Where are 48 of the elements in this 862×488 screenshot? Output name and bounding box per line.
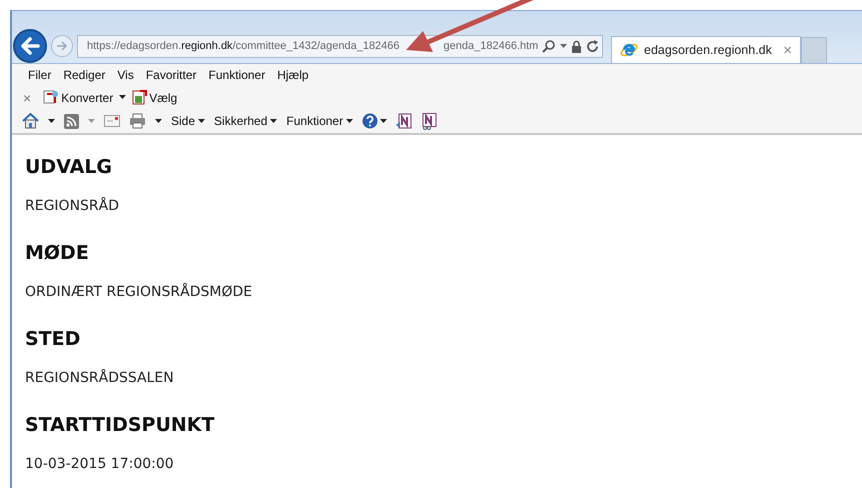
document-icon: [132, 90, 148, 105]
toolbar-menu-button[interactable]: Funktioner: [286, 114, 354, 128]
menu-item[interactable]: Favoritter: [146, 68, 197, 82]
home-icon[interactable]: [22, 113, 39, 129]
menu-item[interactable]: Funktioner: [208, 68, 266, 82]
forward-arrow-icon: [56, 40, 68, 52]
help-icon[interactable]: [362, 113, 388, 129]
menu-item[interactable]: Rediger: [63, 68, 106, 82]
notebook-icon[interactable]: [396, 113, 412, 129]
url-text: https://edagsorden.regionh.dk/committee_1432/agenda_182466: [87, 40, 400, 52]
section-text: REGIONSRÅD: [25, 197, 120, 215]
document-icon: [43, 90, 60, 105]
section-text: REGIONSRÅDSSALEN: [25, 369, 175, 387]
tab-title: edagsorden.regionh.dk: [644, 43, 772, 57]
section-heading: MØDE: [25, 241, 90, 266]
section-text: 10-03-2015 17:00:00: [25, 455, 175, 473]
menu-item[interactable]: Hjælp: [277, 68, 309, 82]
menu-item[interactable]: Vis: [117, 68, 134, 82]
mail-icon[interactable]: [104, 115, 120, 127]
browser-tab[interactable]: edagsorden.regionh.dk ×: [611, 36, 801, 63]
section-heading: STARTTIDSPUNKT: [25, 413, 216, 438]
toolbar-menu-button[interactable]: Sikkerhed: [214, 114, 278, 128]
printer-icon[interactable]: [129, 113, 146, 129]
caret-icon: [270, 118, 278, 124]
search-icon[interactable]: [542, 39, 556, 53]
menu-item[interactable]: Filer: [28, 68, 52, 82]
back-button[interactable]: [13, 29, 47, 63]
feed-icon[interactable]: [64, 114, 79, 128]
url-text: genda_182466.htm: [444, 40, 538, 52]
section-text: ORDINÆRT REGIONSRÅDSMØDE: [25, 283, 254, 301]
back-arrow-icon: [20, 37, 40, 55]
select-button[interactable]: Vælg: [132, 90, 178, 105]
address-field[interactable]: https://edagsorden.regionh.dk/committee_1432/agenda_182466 genda_182466.htm: [77, 34, 603, 58]
close-button[interactable]: ×: [23, 90, 32, 106]
notebook-icon[interactable]: [421, 112, 438, 130]
convert-button[interactable]: Konverter: [43, 90, 114, 105]
section-heading: UDVALG: [25, 155, 114, 180]
close-tab-button[interactable]: ×: [783, 42, 792, 58]
caret-icon[interactable]: [48, 118, 55, 124]
refresh-icon[interactable]: [586, 40, 600, 52]
toolbar-menu-button[interactable]: Side: [171, 114, 206, 128]
caret-icon: [346, 118, 354, 124]
caret-icon: [198, 118, 206, 124]
ie-logo-icon: [620, 41, 638, 59]
caret-icon[interactable]: [155, 118, 162, 124]
section-heading: STED: [25, 327, 82, 352]
caret-icon[interactable]: [119, 95, 126, 100]
lock-icon: [571, 40, 582, 52]
